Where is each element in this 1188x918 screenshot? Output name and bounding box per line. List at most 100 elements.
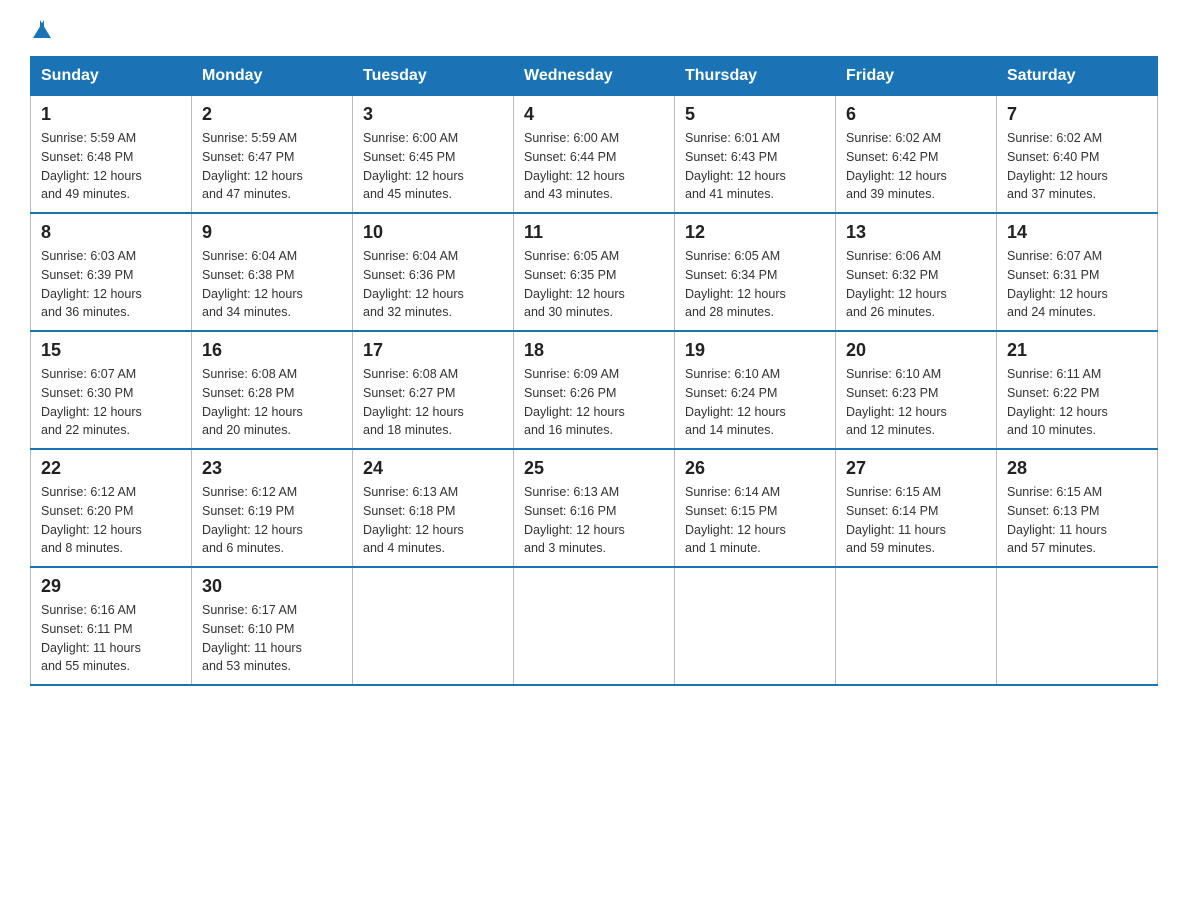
day-info: Sunrise: 6:05 AMSunset: 6:34 PMDaylight:… — [685, 247, 825, 322]
calendar-week-row: 22Sunrise: 6:12 AMSunset: 6:20 PMDayligh… — [31, 449, 1158, 567]
day-number: 13 — [846, 222, 986, 243]
day-number: 12 — [685, 222, 825, 243]
calendar-cell: 8Sunrise: 6:03 AMSunset: 6:39 PMDaylight… — [31, 213, 192, 331]
day-info: Sunrise: 6:14 AMSunset: 6:15 PMDaylight:… — [685, 483, 825, 558]
day-info: Sunrise: 6:08 AMSunset: 6:28 PMDaylight:… — [202, 365, 342, 440]
calendar-cell: 26Sunrise: 6:14 AMSunset: 6:15 PMDayligh… — [675, 449, 836, 567]
calendar-cell: 11 Sunrise: 6:05 AMSunset: 6:35 PMDayligh… — [514, 213, 675, 331]
day-info: Sunrise: 6:13 AMSunset: 6:16 PMDaylight:… — [524, 483, 664, 558]
day-info: Sunrise: 6:09 AMSunset: 6:26 PMDaylight:… — [524, 365, 664, 440]
day-info: Sunrise: 6:05 AMSunset: 6:35 PMDaylight:… — [524, 247, 664, 322]
day-number: 25 — [524, 458, 664, 479]
day-info: Sunrise: 6:08 AMSunset: 6:27 PMDaylight:… — [363, 365, 503, 440]
calendar-cell: 19 Sunrise: 6:10 AMSunset: 6:24 PMDayligh… — [675, 331, 836, 449]
day-info: Sunrise: 6:11 AMSunset: 6:22 PMDaylight:… — [1007, 365, 1147, 440]
day-number: 19 — [685, 340, 825, 361]
calendar-cell: 23 Sunrise: 6:12 AMSunset: 6:19 PMDayligh… — [192, 449, 353, 567]
calendar-cell: 14 Sunrise: 6:07 AMSunset: 6:31 PMDayligh… — [997, 213, 1158, 331]
day-info: Sunrise: 6:12 AMSunset: 6:19 PMDaylight:… — [202, 483, 342, 558]
day-number: 5 — [685, 104, 825, 125]
calendar-cell: 13Sunrise: 6:06 AMSunset: 6:32 PMDayligh… — [836, 213, 997, 331]
page-header — [30, 20, 1158, 38]
logo — [30, 20, 51, 38]
calendar-cell: 2 Sunrise: 5:59 AMSunset: 6:47 PMDaylight… — [192, 96, 353, 214]
day-number: 3 — [363, 104, 503, 125]
weekday-header-friday: Friday — [836, 57, 997, 96]
day-number: 30 — [202, 576, 342, 597]
day-info: Sunrise: 5:59 AMSunset: 6:48 PMDaylight:… — [41, 129, 181, 204]
day-number: 4 — [524, 104, 664, 125]
calendar-cell: 25 Sunrise: 6:13 AMSunset: 6:16 PMDayligh… — [514, 449, 675, 567]
day-number: 11 — [524, 222, 664, 243]
day-info: Sunrise: 6:04 AMSunset: 6:36 PMDaylight:… — [363, 247, 503, 322]
calendar-cell: 5 Sunrise: 6:01 AMSunset: 6:43 PMDaylight… — [675, 96, 836, 214]
calendar-cell: 9 Sunrise: 6:04 AMSunset: 6:38 PMDaylight… — [192, 213, 353, 331]
day-number: 1 — [41, 104, 181, 125]
calendar-cell — [514, 567, 675, 685]
calendar-cell: 22Sunrise: 6:12 AMSunset: 6:20 PMDayligh… — [31, 449, 192, 567]
day-info: Sunrise: 6:10 AMSunset: 6:24 PMDaylight:… — [685, 365, 825, 440]
day-number: 17 — [363, 340, 503, 361]
logo-triangle-icon — [33, 20, 51, 38]
calendar-cell: 15 Sunrise: 6:07 AMSunset: 6:30 PMDayligh… — [31, 331, 192, 449]
calendar-cell: 12 Sunrise: 6:05 AMSunset: 6:34 PMDayligh… — [675, 213, 836, 331]
calendar-cell: 24 Sunrise: 6:13 AMSunset: 6:18 PMDayligh… — [353, 449, 514, 567]
calendar-cell — [997, 567, 1158, 685]
day-number: 21 — [1007, 340, 1147, 361]
calendar-table: SundayMondayTuesdayWednesdayThursdayFrid… — [30, 56, 1158, 686]
calendar-week-row: 1 Sunrise: 5:59 AMSunset: 6:48 PMDaylight… — [31, 96, 1158, 214]
calendar-cell: 18 Sunrise: 6:09 AMSunset: 6:26 PMDayligh… — [514, 331, 675, 449]
day-number: 29 — [41, 576, 181, 597]
day-info: Sunrise: 6:17 AMSunset: 6:10 PMDaylight:… — [202, 601, 342, 676]
day-number: 15 — [41, 340, 181, 361]
calendar-week-row: 29 Sunrise: 6:16 AMSunset: 6:11 PMDayligh… — [31, 567, 1158, 685]
day-info: Sunrise: 6:15 AMSunset: 6:14 PMDaylight:… — [846, 483, 986, 558]
day-info: Sunrise: 5:59 AMSunset: 6:47 PMDaylight:… — [202, 129, 342, 204]
day-info: Sunrise: 6:04 AMSunset: 6:38 PMDaylight:… — [202, 247, 342, 322]
day-info: Sunrise: 6:02 AMSunset: 6:42 PMDaylight:… — [846, 129, 986, 204]
day-number: 14 — [1007, 222, 1147, 243]
weekday-header-saturday: Saturday — [997, 57, 1158, 96]
day-info: Sunrise: 6:01 AMSunset: 6:43 PMDaylight:… — [685, 129, 825, 204]
calendar-week-row: 15 Sunrise: 6:07 AMSunset: 6:30 PMDayligh… — [31, 331, 1158, 449]
day-info: Sunrise: 6:00 AMSunset: 6:44 PMDaylight:… — [524, 129, 664, 204]
day-info: Sunrise: 6:00 AMSunset: 6:45 PMDaylight:… — [363, 129, 503, 204]
calendar-cell: 6 Sunrise: 6:02 AMSunset: 6:42 PMDaylight… — [836, 96, 997, 214]
day-number: 9 — [202, 222, 342, 243]
calendar-cell: 21 Sunrise: 6:11 AMSunset: 6:22 PMDayligh… — [997, 331, 1158, 449]
calendar-cell: 20 Sunrise: 6:10 AMSunset: 6:23 PMDayligh… — [836, 331, 997, 449]
calendar-cell: 17 Sunrise: 6:08 AMSunset: 6:27 PMDayligh… — [353, 331, 514, 449]
day-info: Sunrise: 6:16 AMSunset: 6:11 PMDaylight:… — [41, 601, 181, 676]
calendar-cell: 30 Sunrise: 6:17 AMSunset: 6:10 PMDayligh… — [192, 567, 353, 685]
day-number: 8 — [41, 222, 181, 243]
day-info: Sunrise: 6:15 AMSunset: 6:13 PMDaylight:… — [1007, 483, 1147, 558]
calendar-cell — [675, 567, 836, 685]
day-info: Sunrise: 6:13 AMSunset: 6:18 PMDaylight:… — [363, 483, 503, 558]
day-number: 6 — [846, 104, 986, 125]
calendar-cell: 10 Sunrise: 6:04 AMSunset: 6:36 PMDayligh… — [353, 213, 514, 331]
day-number: 27 — [846, 458, 986, 479]
calendar-cell: 16Sunrise: 6:08 AMSunset: 6:28 PMDayligh… — [192, 331, 353, 449]
calendar-cell: 27 Sunrise: 6:15 AMSunset: 6:14 PMDayligh… — [836, 449, 997, 567]
day-info: Sunrise: 6:07 AMSunset: 6:30 PMDaylight:… — [41, 365, 181, 440]
day-info: Sunrise: 6:12 AMSunset: 6:20 PMDaylight:… — [41, 483, 181, 558]
day-number: 23 — [202, 458, 342, 479]
day-number: 2 — [202, 104, 342, 125]
weekday-header-tuesday: Tuesday — [353, 57, 514, 96]
calendar-week-row: 8Sunrise: 6:03 AMSunset: 6:39 PMDaylight… — [31, 213, 1158, 331]
day-number: 20 — [846, 340, 986, 361]
day-number: 7 — [1007, 104, 1147, 125]
day-number: 24 — [363, 458, 503, 479]
calendar-cell: 3 Sunrise: 6:00 AMSunset: 6:45 PMDaylight… — [353, 96, 514, 214]
weekday-header-monday: Monday — [192, 57, 353, 96]
day-info: Sunrise: 6:10 AMSunset: 6:23 PMDaylight:… — [846, 365, 986, 440]
weekday-header-row: SundayMondayTuesdayWednesdayThursdayFrid… — [31, 57, 1158, 96]
calendar-cell — [836, 567, 997, 685]
day-number: 18 — [524, 340, 664, 361]
day-info: Sunrise: 6:07 AMSunset: 6:31 PMDaylight:… — [1007, 247, 1147, 322]
day-info: Sunrise: 6:02 AMSunset: 6:40 PMDaylight:… — [1007, 129, 1147, 204]
calendar-cell: 1 Sunrise: 5:59 AMSunset: 6:48 PMDaylight… — [31, 96, 192, 214]
calendar-cell: 28Sunrise: 6:15 AMSunset: 6:13 PMDayligh… — [997, 449, 1158, 567]
day-number: 10 — [363, 222, 503, 243]
weekday-header-thursday: Thursday — [675, 57, 836, 96]
